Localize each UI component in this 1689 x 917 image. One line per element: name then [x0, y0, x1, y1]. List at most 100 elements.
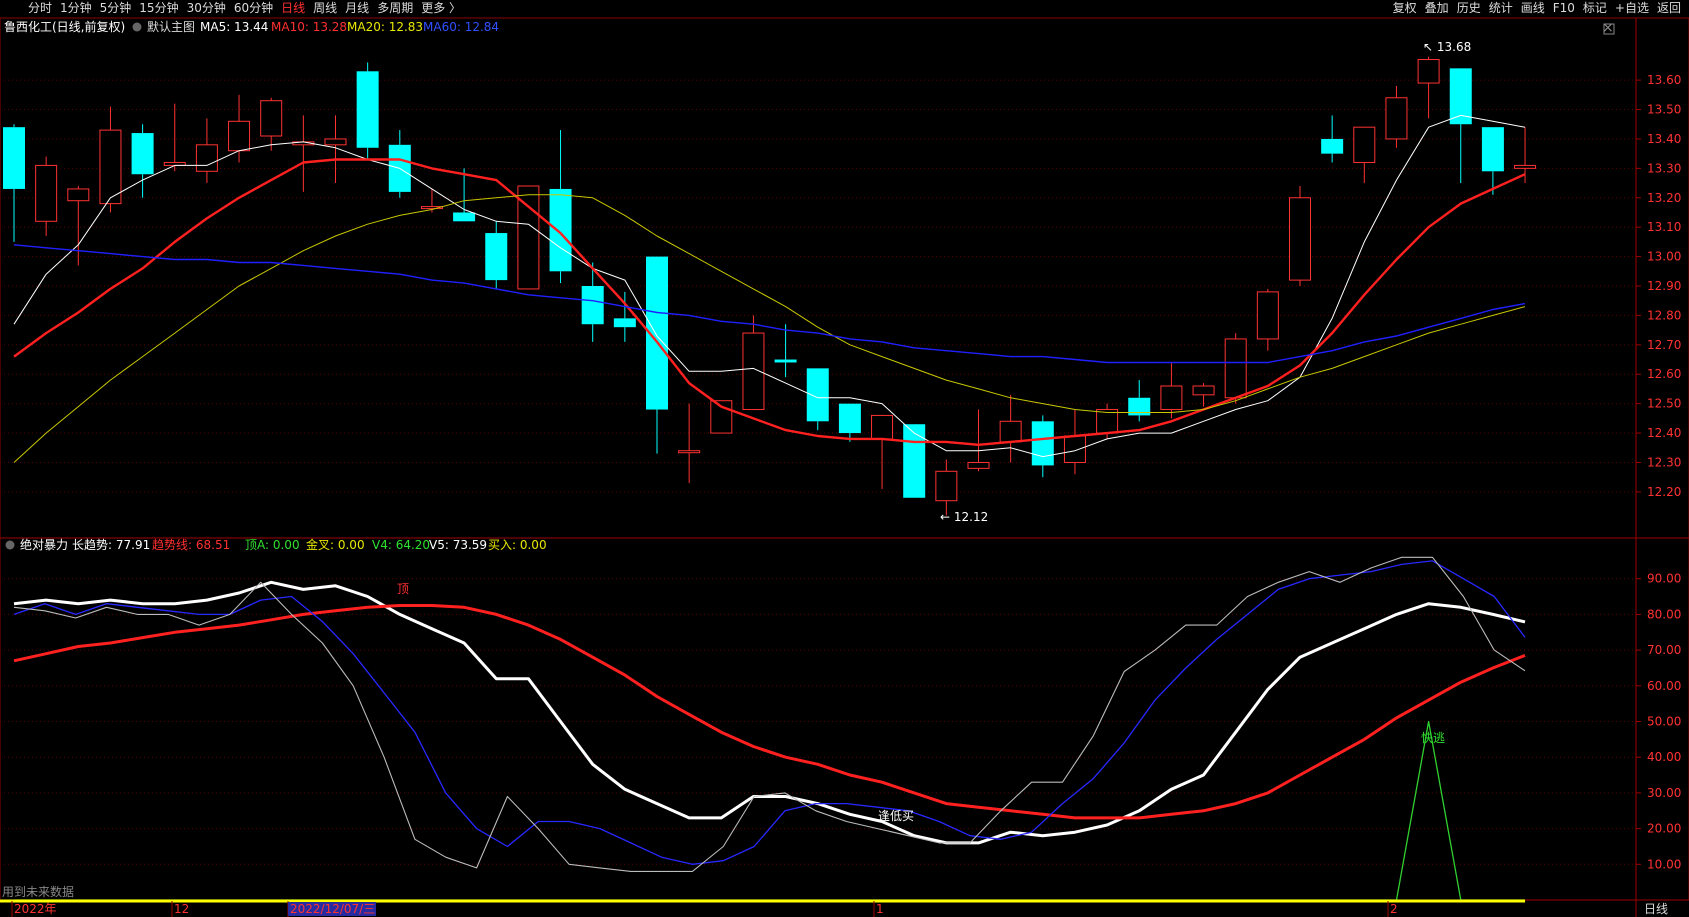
candle-15 — [485, 221, 508, 289]
escape-signal-label: 快逃 — [1421, 731, 1445, 745]
price-tick-label-10: 13.20 — [1647, 191, 1681, 205]
price-tick-label-8: 13.00 — [1647, 250, 1681, 264]
candle-31 — [999, 394, 1022, 463]
candle-10 — [324, 115, 347, 184]
candle-body-37 — [1192, 385, 1215, 396]
candle-29 — [935, 459, 958, 516]
candle-11 — [356, 62, 379, 160]
candle-body-10 — [324, 138, 347, 146]
template-dropdown-icon[interactable] — [132, 22, 142, 32]
v5-label: V5: 73.59 — [429, 538, 487, 552]
price-tick-label-11: 13.30 — [1647, 161, 1681, 175]
date-label-2: 2022/12/07/三 — [290, 902, 375, 916]
candle-body-46 — [1481, 127, 1504, 172]
candle-27 — [871, 414, 894, 489]
candle-37 — [1192, 383, 1215, 407]
candle-28 — [903, 424, 926, 498]
candle-5 — [163, 103, 186, 172]
ma5-label: MA5: 13.44 — [200, 20, 268, 34]
indicator-line-2 — [13, 560, 1526, 865]
candle-body-44 — [1417, 59, 1440, 84]
candle-body-8 — [260, 100, 283, 137]
indicator-panel — [0, 556, 1526, 903]
candle-42 — [1353, 126, 1376, 184]
indicator-line-1 — [13, 604, 1526, 820]
indicator-legend: 绝对暴力 长趋势: 77.91 趋势线: 68.51 顶A: 0.00 金叉: … — [5, 537, 547, 552]
candle-38 — [1224, 333, 1247, 404]
main-legend: 鲁西化工(日线,前复权) 默认主图 MA5: 13.44 MA10: 13.28… — [4, 19, 499, 34]
chart-grid: ×12.2012.3012.4012.5012.6012.7012.8012.9… — [0, 17, 1689, 917]
price-tick-label-0: 12.20 — [1647, 485, 1681, 499]
candle-body-47 — [1514, 164, 1537, 169]
ind-tick-label-0: 10.00 — [1647, 857, 1681, 871]
long-trend-label: 长趋势: 77.91 — [72, 538, 150, 552]
candle-body-15 — [485, 233, 508, 281]
candle-12 — [388, 130, 411, 198]
price-tick-label-5: 12.70 — [1647, 338, 1681, 352]
candle-2 — [67, 186, 90, 266]
price-tick-label-7: 12.90 — [1647, 279, 1681, 293]
candle-3 — [99, 106, 122, 213]
trend-line-label: 趋势线: 68.51 — [152, 538, 230, 552]
candle-body-32 — [1031, 421, 1054, 466]
high-price-label: ↖ 13.68 — [1423, 40, 1471, 54]
price-tick-label-14: 13.60 — [1647, 73, 1681, 87]
candle-body-41 — [1321, 138, 1344, 154]
candle-body-34 — [1096, 409, 1119, 434]
date-label-3: 1 — [876, 902, 884, 916]
low-buy-signal-label: 逢低买 — [878, 809, 914, 823]
ma60-label: MA60: 12.84 — [423, 20, 499, 34]
ind-tick-label-2: 30.00 — [1647, 786, 1681, 800]
candle-body-33 — [1063, 435, 1086, 463]
candle-4 — [131, 124, 154, 198]
candle-body-21 — [678, 450, 701, 454]
candle-body-26 — [838, 403, 861, 434]
price-tick-label-12: 13.40 — [1647, 132, 1681, 146]
candle-9 — [292, 115, 315, 192]
stock-chart: ×12.2012.3012.4012.5012.6012.7012.8012.9… — [0, 17, 1689, 917]
candle-body-14 — [453, 212, 476, 222]
candle-body-24 — [774, 359, 797, 363]
ind-tick-label-1: 20.00 — [1647, 822, 1681, 836]
candle-body-19 — [613, 318, 636, 328]
indicator-dropdown-icon[interactable] — [5, 540, 15, 550]
ind-tick-label-5: 60.00 — [1647, 679, 1681, 693]
price-tick-label-2: 12.40 — [1647, 426, 1681, 440]
plot-frame — [0, 17, 1689, 901]
candle-24 — [774, 324, 797, 378]
ind-tick-label-7: 80.00 — [1647, 607, 1681, 621]
period-label: 日线 — [1644, 902, 1668, 916]
date-label-0: 2022年 — [14, 902, 57, 916]
candle-body-30 — [967, 461, 990, 469]
candle-7 — [228, 94, 251, 163]
main-template[interactable]: 默认主图 — [147, 19, 195, 34]
price-tick-label-1: 12.30 — [1647, 455, 1681, 469]
candle-8 — [260, 97, 283, 151]
candle-21 — [678, 403, 701, 484]
candle-body-6 — [195, 144, 218, 172]
date-label-4: 2 — [1390, 902, 1398, 916]
candle-41 — [1321, 115, 1344, 163]
candle-body-0 — [3, 127, 25, 189]
candle-25 — [806, 368, 829, 431]
ind-tick-label-6: 70.00 — [1647, 643, 1681, 657]
price-tick-label-6: 12.80 — [1647, 308, 1681, 322]
candle-body-4 — [131, 133, 154, 175]
candle-0 — [3, 124, 25, 242]
candle-19 — [613, 291, 636, 342]
price-tick-label-13: 13.50 — [1647, 103, 1681, 117]
price-tick-label-9: 13.10 — [1647, 220, 1681, 234]
candle-43 — [1385, 86, 1408, 148]
candle-39 — [1256, 288, 1279, 351]
price-tick-label-3: 12.50 — [1647, 397, 1681, 411]
candle-36 — [1160, 362, 1183, 419]
candle-20 — [646, 256, 668, 454]
ma20-label: MA20: 12.83 — [347, 20, 423, 34]
candle-body-43 — [1385, 97, 1408, 140]
candle-30 — [967, 409, 990, 472]
stock-name: 鲁西化工(日线,前复权) — [4, 19, 125, 34]
indicator-name[interactable]: 绝对暴力 — [20, 537, 68, 552]
candle-32 — [1031, 415, 1054, 478]
top-a-label: 顶A: 0.00 — [245, 538, 300, 552]
candle-body-27 — [871, 414, 894, 440]
